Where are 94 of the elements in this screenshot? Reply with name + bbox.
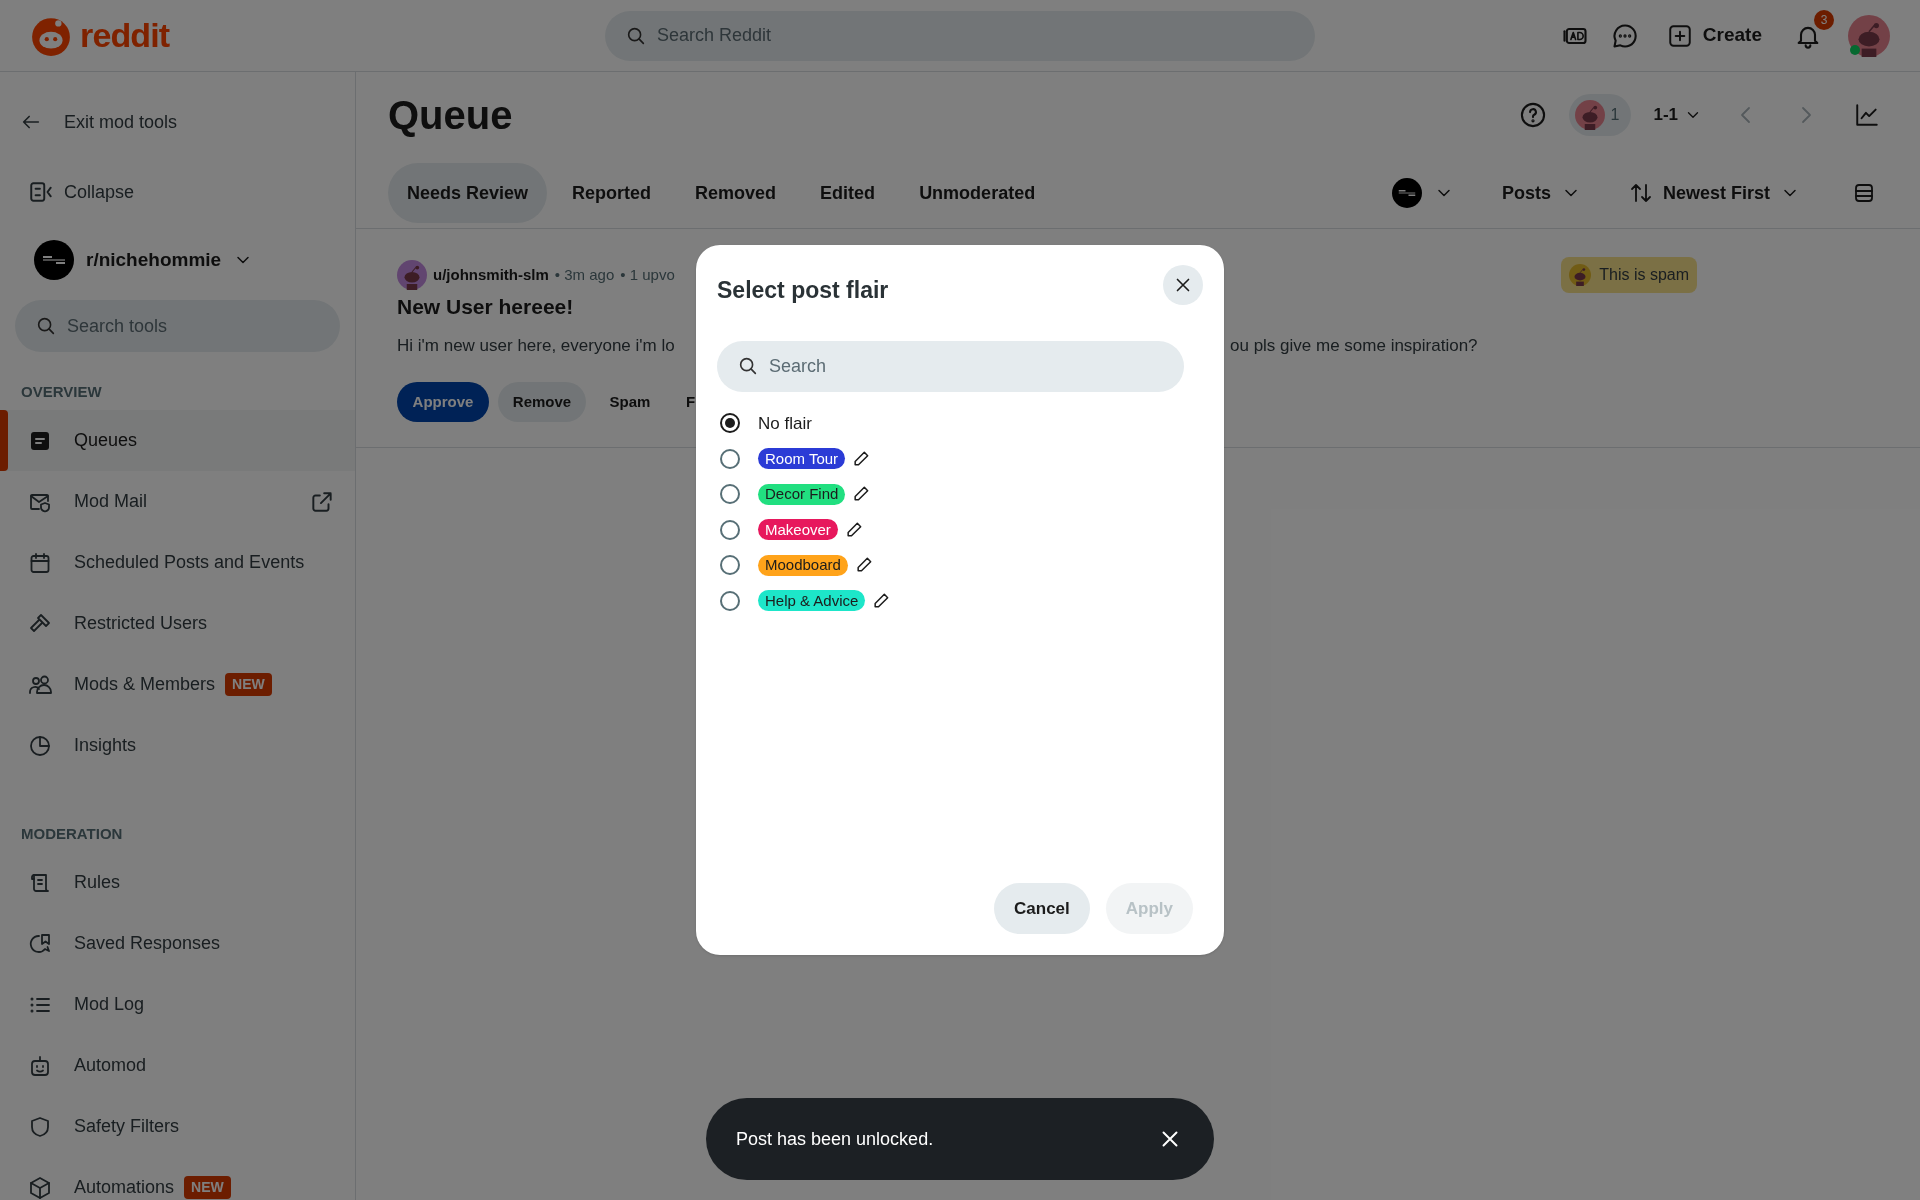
action-button[interactable]: Spam: [595, 382, 665, 422]
logo-wordmark[interactable]: reddit: [80, 10, 170, 61]
queue-tab[interactable]: Reported: [553, 163, 671, 223]
sidebar-item[interactable]: Scheduled Posts and Events: [0, 532, 355, 593]
sidebar-item[interactable]: Safety Filters: [0, 1096, 355, 1157]
radio-button[interactable]: [720, 555, 740, 576]
cancel-button[interactable]: Cancel: [994, 883, 1090, 934]
page-title: Queue: [388, 92, 513, 139]
flair-tag[interactable]: Decor Find: [758, 483, 846, 505]
queue-tab[interactable]: Unmoderated: [900, 163, 1055, 223]
sidebar-item[interactable]: Automations NEW: [0, 1157, 355, 1200]
queue-tab[interactable]: Needs Review: [388, 163, 548, 223]
post-body: Hi i'm new user here, everyone i'm lo: [397, 335, 675, 355]
queue-tab[interactable]: Edited: [801, 163, 895, 223]
item-label: Mods & Members: [74, 673, 216, 696]
sort-dropdown[interactable]: Newest First: [1628, 179, 1800, 207]
option-label[interactable]: No flair: [758, 410, 812, 436]
selection-bar: [0, 410, 8, 471]
item-label: Queues: [74, 429, 138, 452]
community-avatar: [34, 240, 74, 280]
action-button[interactable]: Remove: [498, 382, 586, 422]
pie-chart-icon: [28, 733, 52, 758]
radio-button[interactable]: [720, 484, 740, 505]
item-label: Scheduled Posts and Events: [74, 551, 305, 574]
sidebar-item[interactable]: Mod Mail: [0, 471, 355, 532]
notification-count: 3: [1814, 9, 1834, 30]
flair-search-field[interactable]: Search: [717, 340, 1184, 392]
exit-link[interactable]: Exit mod tools: [0, 97, 355, 147]
sort-icon: [1628, 181, 1653, 205]
user-avatar: [1848, 14, 1890, 57]
speech-bubble-icon: [28, 931, 52, 956]
plus-icon: [1666, 22, 1693, 49]
dialog-title: Select post flair: [717, 276, 889, 305]
item-label: Automod: [74, 1054, 147, 1077]
post-meta: • 1 upvo: [620, 264, 675, 285]
flair-tag[interactable]: Moodboard: [758, 554, 848, 576]
flair-tag[interactable]: Room Tour: [758, 448, 846, 470]
create-button[interactable]: Create: [1660, 21, 1768, 50]
search-field[interactable]: Search Reddit: [605, 10, 1315, 61]
item-label: Safety Filters: [74, 1115, 180, 1138]
item-label: Automations: [74, 1176, 175, 1199]
type-dropdown[interactable]: Posts: [1501, 179, 1581, 207]
radio-button[interactable]: [720, 413, 740, 434]
sidebar-item[interactable]: Insights: [0, 715, 355, 776]
item-label: Mod Mail: [74, 490, 148, 513]
author-avatar: [397, 260, 427, 290]
new-badge: NEW: [225, 673, 272, 696]
item-label: Insights: [74, 734, 137, 757]
author-link[interactable]: u/johnsmith-slm: [433, 263, 549, 287]
new-badge: NEW: [184, 1176, 231, 1199]
collapse-button[interactable]: Collapse: [0, 167, 355, 217]
sidebar-item[interactable]: Rules: [0, 852, 355, 913]
action-button[interactable]: F: [674, 382, 708, 422]
sidebar-item[interactable]: Queues: [0, 410, 355, 471]
item-label: Rules: [74, 871, 121, 894]
action-button[interactable]: Approve: [397, 382, 489, 422]
shield-icon: [28, 1114, 52, 1139]
section-heading: MODERATION: [20, 824, 124, 844]
community-avatar: [1391, 178, 1422, 208]
community-selector[interactable]: r/nichehommie: [0, 235, 355, 285]
moderator-avatar: [1574, 100, 1605, 130]
robot-icon: [28, 1053, 52, 1078]
help-icon: [1518, 101, 1547, 129]
range-dropdown[interactable]: 1-1: [1653, 102, 1702, 128]
collapse-icon: [28, 179, 54, 205]
calendar-icon: [28, 550, 52, 575]
search-tools-field[interactable]: Search tools: [15, 300, 340, 352]
item-label: Saved Responses: [74, 932, 221, 955]
section-heading: OVERVIEW: [20, 382, 103, 402]
close-button[interactable]: [1163, 265, 1203, 305]
sidebar-item[interactable]: Mods & Members NEW: [0, 654, 355, 715]
radio-button[interactable]: [720, 590, 740, 611]
radio-button[interactable]: [720, 519, 740, 540]
sidebar-item[interactable]: Restricted Users: [0, 593, 355, 654]
flair-tag[interactable]: Makeover: [758, 519, 838, 541]
toast-message: Post has been unlocked.: [736, 1127, 934, 1151]
post-body: ou pls give me some inspiration?: [1230, 334, 1478, 357]
spam-label: This is spam: [1561, 257, 1697, 293]
sidebar-item[interactable]: Automod: [0, 1035, 355, 1096]
cube-icon: [28, 1175, 52, 1200]
sidebar-item[interactable]: Saved Responses: [0, 913, 355, 974]
radio-button[interactable]: [720, 448, 740, 469]
line-chart-icon: [1854, 102, 1880, 128]
item-label: Restricted Users: [74, 612, 208, 635]
moderator-chip[interactable]: 1: [1568, 94, 1632, 136]
view-icon: [1852, 181, 1876, 205]
flair-tag[interactable]: Help & Advice: [758, 590, 866, 612]
post-time: • 3m ago: [554, 264, 615, 285]
moderator-count: 1: [1610, 105, 1621, 125]
sidebar-item[interactable]: Mod Log: [0, 974, 355, 1035]
item-label: Mod Log: [74, 993, 145, 1016]
chat-icon[interactable]: [1610, 21, 1639, 50]
reporter-avatar: [1569, 264, 1592, 286]
queue-tab[interactable]: Removed: [676, 163, 796, 223]
